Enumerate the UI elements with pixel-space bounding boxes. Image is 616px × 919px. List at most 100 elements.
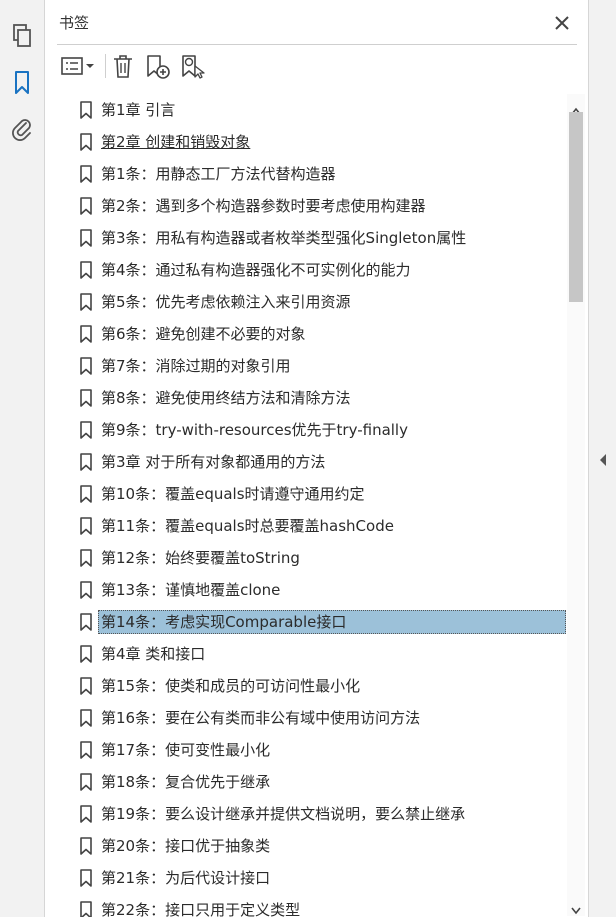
bookmark-item-icon	[79, 645, 93, 663]
bookmark-item-label: 第3章 对于所有对象都通用的方法	[101, 453, 326, 471]
bookmark-item-icon	[79, 101, 93, 119]
bookmark-item-icon	[79, 677, 93, 695]
bookmark-item-label: 第16条：要在公有类而非公有域中使用访问方法	[101, 709, 421, 727]
bookmark-item-label: 第4条：通过私有构造器强化不可实例化的能力	[101, 261, 411, 279]
bookmark-item-label: 第1条：用静态工厂方法代替构造器	[101, 165, 336, 183]
bookmark-item-label: 第11条：覆盖equals时总要覆盖hashCode	[101, 517, 394, 535]
bookmark-item[interactable]: 第17条：使可变性最小化	[57, 734, 567, 766]
bookmark-item-label: 第3条：用私有构造器或者枚举类型强化Singleton属性	[101, 229, 467, 247]
bookmark-item-label: 第10条：覆盖equals时请遵守通用约定	[101, 485, 365, 503]
bookmark-item-icon	[79, 389, 93, 407]
bookmark-item[interactable]: 第7条：消除过期的对象引用	[57, 350, 567, 382]
bookmark-item[interactable]: 第14条：考虑实现Comparable接口	[57, 606, 567, 638]
bookmark-item-label: 第2章 创建和销毁对象	[101, 133, 251, 151]
bookmark-item-label: 第4章 类和接口	[101, 645, 206, 663]
bookmark-item-label: 第21条：为后代设计接口	[101, 869, 271, 887]
bookmark-item-icon	[79, 325, 93, 343]
bookmark-item[interactable]: 第1章 引言	[57, 94, 567, 126]
bookmark-item-label: 第17条：使可变性最小化	[101, 741, 271, 759]
bookmark-item-icon	[79, 357, 93, 375]
bookmark-item[interactable]: 第2章 创建和销毁对象	[57, 126, 567, 158]
bookmark-item[interactable]: 第11条：覆盖equals时总要覆盖hashCode	[57, 510, 567, 542]
bookmark-item-icon	[79, 453, 93, 471]
scroll-up-icon[interactable]	[571, 100, 581, 115]
bookmark-item-label: 第7条：消除过期的对象引用	[101, 357, 291, 375]
bookmark-item[interactable]: 第15条：使类和成员的可访问性最小化	[57, 670, 567, 702]
bookmark-item-label: 第1章 引言	[101, 101, 176, 119]
bookmark-list: 第1章 引言第2章 创建和销毁对象第1条：用静态工厂方法代替构造器第2条：遇到多…	[57, 94, 588, 917]
new-bookmark-icon[interactable]	[145, 52, 171, 80]
left-navigation-rail	[0, 0, 45, 917]
bookmark-item-icon	[79, 613, 93, 631]
bookmark-item-icon	[79, 261, 93, 279]
bookmark-item-label: 第14条：考虑实现Comparable接口	[98, 610, 566, 634]
bookmark-item[interactable]: 第9条：try-with-resources优先于try-finally	[57, 414, 567, 446]
bookmark-item-icon	[79, 581, 93, 599]
bookmark-item[interactable]: 第18条：复合优先于继承	[57, 766, 567, 798]
bookmark-item-label: 第20条：接口优于抽象类	[101, 837, 271, 855]
bookmark-item-icon	[79, 293, 93, 311]
bookmark-item-label: 第22条：接口只用于定义类型	[101, 901, 301, 917]
bookmark-icon[interactable]	[8, 68, 36, 96]
bookmark-item[interactable]: 第13条：谨慎地覆盖clone	[57, 574, 567, 606]
bookmark-item[interactable]: 第21条：为后代设计接口	[57, 862, 567, 894]
bookmark-item-icon	[79, 421, 93, 439]
bookmark-item[interactable]: 第3条：用私有构造器或者枚举类型强化Singleton属性	[57, 222, 567, 254]
bookmark-item[interactable]: 第19条：要么设计继承并提供文档说明，要么禁止继承	[57, 798, 567, 830]
bookmark-item[interactable]: 第4条：通过私有构造器强化不可实例化的能力	[57, 254, 567, 286]
bookmark-item-icon	[79, 549, 93, 567]
toolbar-divider	[105, 54, 106, 78]
collapse-panel-icon[interactable]	[597, 452, 609, 466]
bookmark-item-label: 第15条：使类和成员的可访问性最小化	[101, 677, 361, 695]
bookmark-item-icon	[79, 133, 93, 151]
bookmark-item-label: 第6条：避免创建不必要的对象	[101, 325, 306, 343]
bookmark-item-icon	[79, 165, 93, 183]
bookmark-item-label: 第12条：始终要覆盖toString	[101, 549, 300, 567]
bookmark-item[interactable]: 第3章 对于所有对象都通用的方法	[57, 446, 567, 478]
bookmark-item[interactable]: 第1条：用静态工厂方法代替构造器	[57, 158, 567, 190]
bookmark-item-label: 第8条：避免使用终结方法和清除方法	[101, 389, 351, 407]
bookmark-item[interactable]: 第5条：优先考虑依赖注入来引用资源	[57, 286, 567, 318]
bookmark-item[interactable]: 第8条：避免使用终结方法和清除方法	[57, 382, 567, 414]
bookmark-item-label: 第5条：优先考虑依赖注入来引用资源	[101, 293, 351, 311]
panel-title: 书签	[59, 14, 90, 32]
panel-header: 书签	[45, 0, 588, 44]
right-collapse-rail	[588, 0, 616, 917]
bookmark-item-icon	[79, 901, 93, 917]
bookmark-item[interactable]: 第16条：要在公有类而非公有域中使用访问方法	[57, 702, 567, 734]
options-menu-icon[interactable]	[59, 52, 97, 80]
bookmark-item[interactable]: 第6条：避免创建不必要的对象	[57, 318, 567, 350]
pages-icon[interactable]	[8, 22, 36, 50]
bookmark-item[interactable]: 第10条：覆盖equals时请遵守通用约定	[57, 478, 567, 510]
bookmark-item-label: 第13条：谨慎地覆盖clone	[101, 581, 281, 599]
bookmark-item[interactable]: 第20条：接口优于抽象类	[57, 830, 567, 862]
find-bookmark-icon[interactable]	[179, 52, 207, 80]
bookmark-item-icon	[79, 485, 93, 503]
header-divider	[57, 44, 577, 45]
scroll-down-icon[interactable]	[571, 900, 581, 915]
bookmark-item-icon	[79, 517, 93, 535]
bookmark-item-label: 第2条：遇到多个构造器参数时要考虑使用构建器	[101, 197, 426, 215]
bookmark-item-icon	[79, 869, 93, 887]
close-icon[interactable]	[551, 12, 573, 34]
bookmark-item[interactable]: 第4章 类和接口	[57, 638, 567, 670]
bookmark-item-icon	[79, 229, 93, 247]
bookmark-item-label: 第18条：复合优先于继承	[101, 773, 271, 791]
bookmark-item-icon	[79, 197, 93, 215]
bookmark-item-label: 第19条：要么设计继承并提供文档说明，要么禁止继承	[101, 805, 466, 823]
bookmark-item-icon	[79, 773, 93, 791]
bookmark-toolbar	[45, 46, 588, 86]
bookmark-item-icon	[79, 741, 93, 759]
bookmark-item[interactable]: 第2条：遇到多个构造器参数时要考虑使用构建器	[57, 190, 567, 222]
bookmark-item-icon	[79, 709, 93, 727]
bookmark-item-label: 第9条：try-with-resources优先于try-finally	[101, 421, 408, 439]
bookmark-item-icon	[79, 805, 93, 823]
attachment-icon[interactable]	[8, 114, 36, 142]
bookmark-item-icon	[79, 837, 93, 855]
vertical-scrollbar[interactable]	[567, 94, 585, 916]
bookmark-item[interactable]: 第22条：接口只用于定义类型	[57, 894, 567, 917]
bookmark-item[interactable]: 第12条：始终要覆盖toString	[57, 542, 567, 574]
scroll-thumb[interactable]	[569, 112, 583, 302]
delete-icon[interactable]	[111, 52, 135, 80]
bookmarks-panel: 书签 第1章 引言 第2章 创建和销毁对象 第1条：用静态工厂方法代替构造器 第…	[45, 0, 588, 917]
